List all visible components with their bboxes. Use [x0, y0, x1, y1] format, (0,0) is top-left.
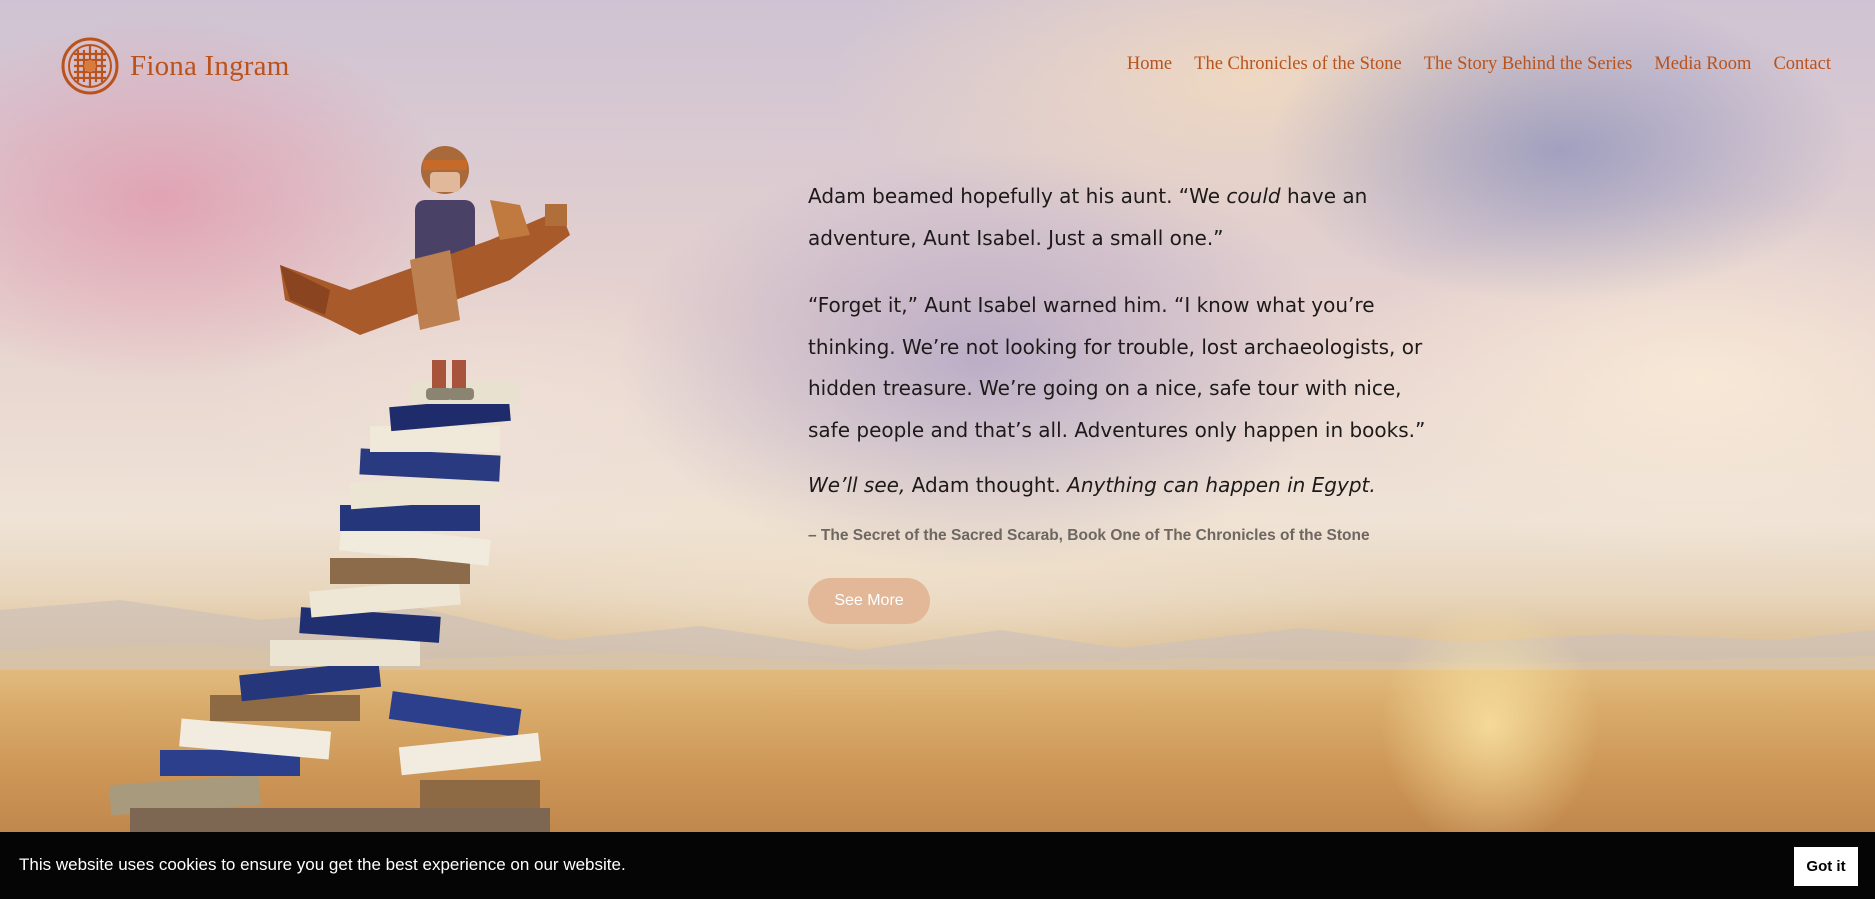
site-logo-link[interactable]: Fiona Ingram [60, 36, 289, 96]
site-logo-text: Fiona Ingram [130, 49, 290, 82]
site-header: Fiona Ingram Home The Chronicles of the … [0, 0, 1875, 130]
featured-excerpt: Adam beamed hopefully at his aunt. “We c… [808, 176, 1448, 624]
main-navigation: Home The Chronicles of the Stone The Sto… [1127, 54, 1831, 75]
cookie-message: This website uses cookies to ensure you … [19, 855, 626, 874]
excerpt-paragraph-2: “Forget it,” Aunt Isabel warned him. “I … [808, 293, 1426, 442]
excerpt-emphasis: We’ll see, [808, 473, 906, 497]
see-more-button[interactable]: See More [808, 577, 930, 624]
cookie-consent-bar: This website uses cookies to ensure you … [0, 832, 1875, 899]
excerpt-emphasis: could [1226, 184, 1281, 208]
excerpt-emphasis: Anything can happen in Egypt. [1067, 473, 1376, 497]
nav-link-chronicles-of-the-stone[interactable]: The Chronicles of the Stone [1194, 54, 1402, 75]
book-stack [109, 382, 550, 840]
boy-on-books-illustration [109, 146, 570, 840]
excerpt-paragraph-1: Adam beamed hopefully at his aunt. “We c… [808, 176, 1448, 259]
cookie-accept-button[interactable]: Got it [1794, 847, 1858, 886]
sun-glow [1380, 600, 1600, 850]
excerpt-text: Adam beamed hopefully at his aunt. “We [808, 184, 1227, 208]
nav-link-story-behind-the-series[interactable]: The Story Behind the Series [1424, 54, 1633, 75]
excerpt-text: Adam thought. [905, 473, 1068, 497]
celtic-knot-icon [61, 37, 119, 95]
nav-link-home[interactable]: Home [1127, 54, 1172, 75]
excerpt-attribution: – The Secret of the Sacred Scarab, Book … [808, 526, 1370, 544]
nav-link-media-room[interactable]: Media Room [1654, 54, 1751, 75]
nav-link-contact[interactable]: Contact [1773, 54, 1831, 75]
excerpt-paragraph-3: We’ll see, Adam thought. Anything can ha… [808, 465, 1448, 507]
